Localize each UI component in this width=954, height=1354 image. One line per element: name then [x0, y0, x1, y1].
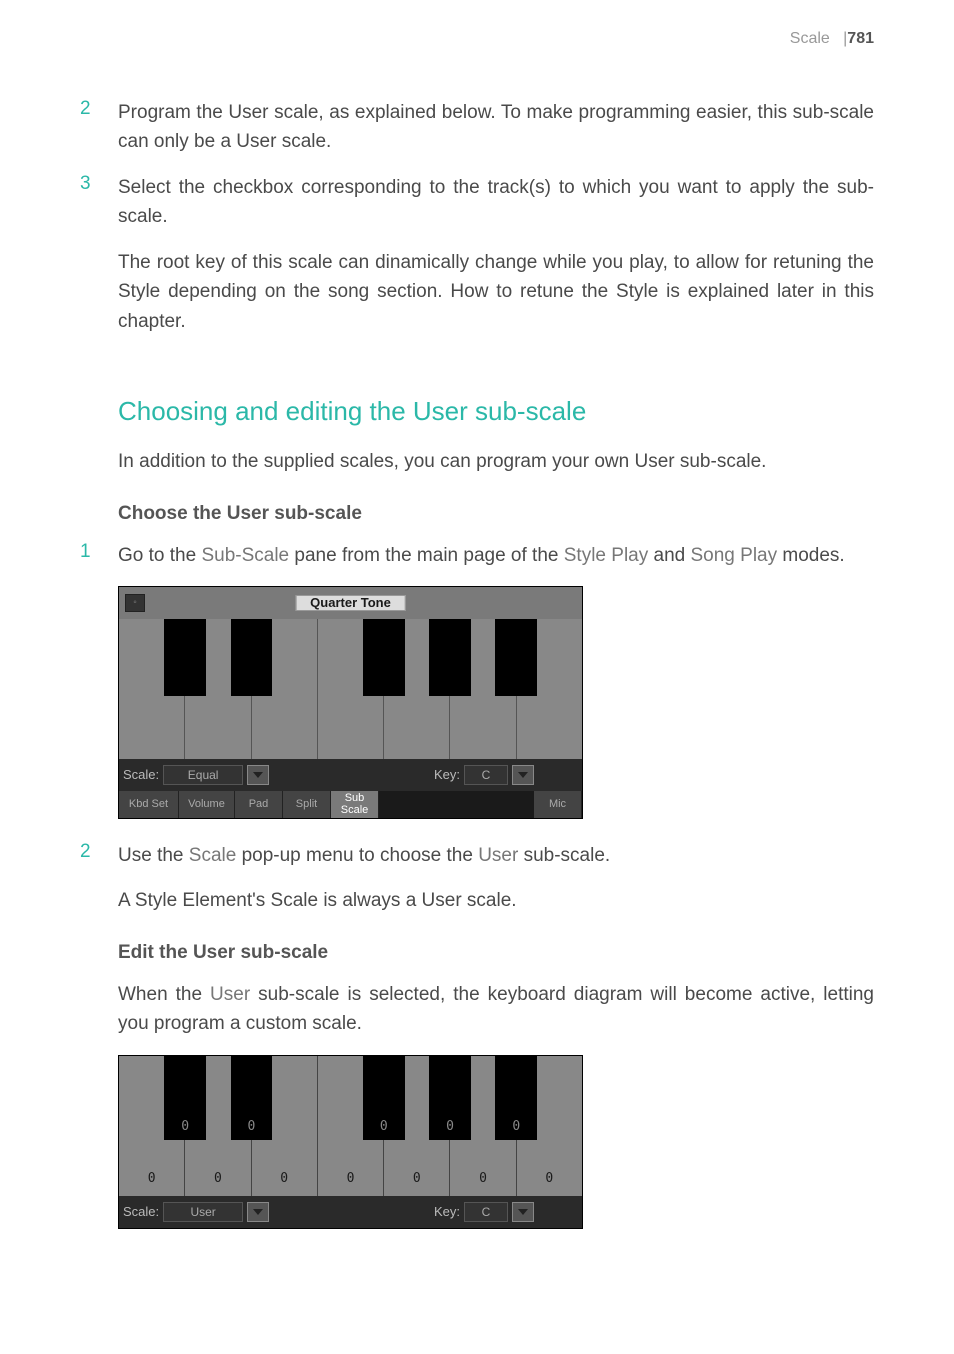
page-number: 781	[847, 30, 874, 47]
scale-dropdown-button[interactable]	[247, 765, 269, 785]
key-label-2: Key:	[434, 1204, 460, 1219]
scale-controls-row-2: Scale: User Key: C	[119, 1196, 582, 1228]
white-key-a[interactable]	[450, 619, 516, 759]
step-2-text: Program the User scale, as explained bel…	[118, 98, 874, 157]
white-key-d[interactable]	[185, 619, 251, 759]
key-label: Key:	[434, 767, 460, 782]
tab-sub-scale[interactable]: Sub Scale	[331, 791, 379, 818]
tab-mic[interactable]: Mic	[534, 791, 582, 818]
header-section: Scale	[790, 30, 830, 47]
subheading-choose: Choose the User sub-scale	[118, 503, 874, 525]
step-1-text: Go to the Sub-Scale pane from the main p…	[118, 541, 874, 570]
black-key-gs[interactable]: 0	[429, 1056, 471, 1140]
disc-icon[interactable]: ◦	[125, 594, 145, 612]
section-intro: In addition to the supplied scales, you …	[118, 447, 874, 476]
step-3-block: 3 Select the checkbox corresponding to t…	[80, 173, 874, 232]
page-header: Scale |781	[80, 30, 874, 48]
black-key-fs[interactable]: 0	[363, 1056, 405, 1140]
chevron-down-icon	[253, 772, 263, 778]
panel-top-bar: ◦ Quarter Tone	[119, 587, 582, 619]
scale-field-2[interactable]: User	[163, 1202, 243, 1222]
black-keys: 0 0 0 0 0	[119, 1056, 582, 1140]
user-keyboard-diagram[interactable]: 0 0 0 0 0 0 0 0 0 0 0 0	[119, 1056, 582, 1196]
chevron-down-icon	[253, 1209, 263, 1215]
keyboard-diagram[interactable]	[119, 619, 582, 759]
step-3-text: Select the checkbox corresponding to the…	[118, 173, 874, 232]
root-key-paragraph: The root key of this scale can dinamical…	[118, 248, 874, 336]
edit-paragraph: When the User sub-scale is selected, the…	[118, 980, 874, 1039]
sub-scale-panel-screenshot: ◦ Quarter Tone Scale: Equal Key:	[118, 586, 583, 819]
scale-field[interactable]: Equal	[163, 765, 243, 785]
key-dropdown-button-2[interactable]	[512, 1202, 534, 1222]
tabs-row: Kbd Set Volume Pad Split Sub Scale Mic	[119, 791, 582, 818]
step-number-2: 2	[80, 98, 100, 157]
scale-controls-row: Scale: Equal Key: C	[119, 759, 582, 791]
key-dropdown-button[interactable]	[512, 765, 534, 785]
subheading-edit: Edit the User sub-scale	[118, 942, 874, 964]
step-2b-text: Use the Scale pop-up menu to choose the …	[118, 841, 874, 870]
white-keys	[119, 619, 582, 759]
tab-pad[interactable]: Pad	[235, 791, 283, 818]
step-2b-block: 2 Use the Scale pop-up menu to choose th…	[80, 841, 874, 870]
key-field-2[interactable]: C	[464, 1202, 508, 1222]
black-key-ds[interactable]: 0	[231, 1056, 273, 1140]
tab-kbd-set[interactable]: Kbd Set	[119, 791, 179, 818]
tab-volume[interactable]: Volume	[179, 791, 235, 818]
step-number-1: 1	[80, 541, 100, 570]
white-key-f[interactable]	[318, 619, 384, 759]
chevron-down-icon	[518, 772, 528, 778]
step-2-block: 2 Program the User scale, as explained b…	[80, 98, 874, 157]
white-key-e[interactable]	[252, 619, 318, 759]
user-scale-panel-screenshot: 0 0 0 0 0 0 0 0 0 0 0 0 Scale: User Key:…	[118, 1055, 583, 1229]
tab-split[interactable]: Split	[283, 791, 331, 818]
black-key-as[interactable]: 0	[495, 1056, 537, 1140]
white-key-b[interactable]	[517, 619, 582, 759]
scale-label-2: Scale:	[123, 1204, 159, 1219]
black-key-cs[interactable]: 0	[164, 1056, 206, 1140]
step-1-block: 1 Go to the Sub-Scale pane from the main…	[80, 541, 874, 570]
scale-label: Scale:	[123, 767, 159, 782]
quarter-tone-button[interactable]: Quarter Tone	[295, 595, 406, 611]
white-key-c[interactable]	[119, 619, 185, 759]
step-number-2b: 2	[80, 841, 100, 870]
scale-dropdown-button-2[interactable]	[247, 1202, 269, 1222]
chevron-down-icon	[518, 1209, 528, 1215]
section-heading: Choosing and editing the User sub-scale	[118, 396, 874, 427]
step-number-3: 3	[80, 173, 100, 232]
step-2-note: A Style Element's Scale is always a User…	[118, 886, 874, 915]
key-field[interactable]: C	[464, 765, 508, 785]
white-key-g[interactable]	[384, 619, 450, 759]
tab-spacer	[379, 791, 534, 818]
